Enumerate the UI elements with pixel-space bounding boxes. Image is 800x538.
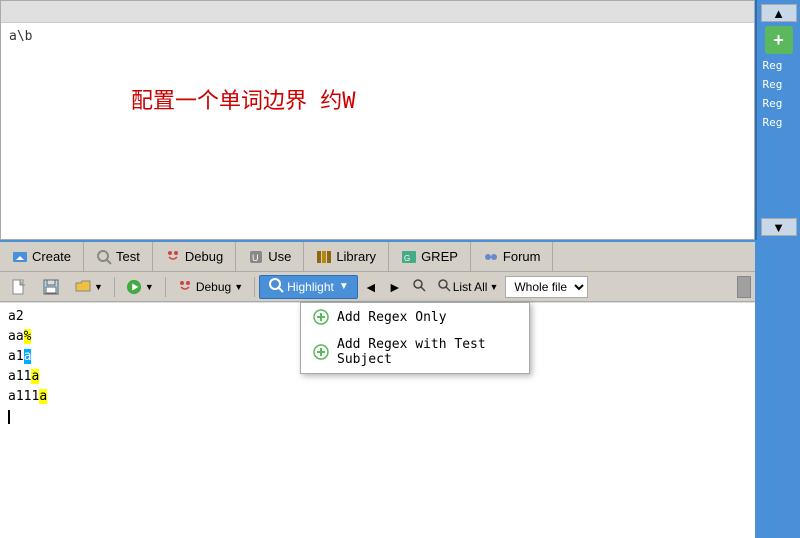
svg-text:G: G <box>404 254 410 263</box>
sidebar-regex-1: Reg <box>761 58 797 73</box>
run-icon <box>126 279 142 295</box>
plus-icon: + <box>773 30 784 51</box>
test-icon <box>96 249 112 265</box>
svg-text:U: U <box>252 253 259 263</box>
forum-icon <box>483 249 499 265</box>
nav-next-button[interactable]: ► <box>384 276 406 298</box>
tab-use-label: Use <box>268 249 291 264</box>
scroll-handle[interactable] <box>737 276 751 298</box>
sidebar-regex-3: Reg <box>761 96 797 111</box>
tab-grep[interactable]: G GREP <box>389 242 471 271</box>
add-regex-only-icon <box>313 309 329 325</box>
highlight-span-4: a <box>31 369 39 384</box>
list-all-arrow: ▼ <box>489 282 498 292</box>
editor-title-bar <box>1 1 754 23</box>
create-icon <box>12 249 28 265</box>
list-all-button[interactable]: List All ▼ <box>432 275 504 299</box>
search-button[interactable] <box>408 276 430 298</box>
tab-forum[interactable]: Forum <box>471 242 554 271</box>
use-icon: U <box>248 249 264 265</box>
open-arrow: ▼ <box>94 282 103 292</box>
list-all-label: List All <box>453 280 488 294</box>
sidebar-regex-4: Reg <box>761 115 797 130</box>
tab-library[interactable]: Library <box>304 242 389 271</box>
highlight-label: Highlight <box>287 280 334 294</box>
highlight-button[interactable]: Highlight ▼ <box>259 275 358 299</box>
open-button[interactable]: ▼ <box>68 275 110 299</box>
scroll-up-icon: ▲ <box>772 6 785 21</box>
debug-btn-arrow: ▼ <box>234 282 243 292</box>
tab-create[interactable]: Create <box>0 242 84 271</box>
text-line-cursor <box>8 407 747 427</box>
tab-forum-label: Forum <box>503 249 541 264</box>
toolbar: ▼ ▼ Debug ▼ Highlight ▼ ◄ ► <box>0 272 755 302</box>
sep-1 <box>114 277 115 297</box>
sep-3 <box>254 277 255 297</box>
tab-test-label: Test <box>116 249 140 264</box>
cursor <box>8 410 10 424</box>
editor-area: a\b 配置一个单词边界 约W <box>0 0 755 240</box>
nav-next-icon: ► <box>388 279 402 295</box>
tab-grep-label: GREP <box>421 249 458 264</box>
highlight-span-5: a <box>39 389 47 404</box>
tab-library-label: Library <box>336 249 376 264</box>
tab-debug[interactable]: Debug <box>153 242 236 271</box>
add-regex-only-item[interactable]: Add Regex Only <box>301 303 529 331</box>
right-sidebar: ▲ + Reg Reg Reg Reg ▼ <box>755 0 800 240</box>
highlight-span-2: % <box>24 329 32 344</box>
tab-create-label: Create <box>32 249 71 264</box>
text-line-5: a111a <box>8 387 747 407</box>
sep-2 <box>165 277 166 297</box>
new-file-button[interactable] <box>4 275 34 299</box>
sidebar-scroll-down[interactable]: ▼ <box>761 218 797 236</box>
add-regex-with-subject-item[interactable]: Add Regex with Test Subject <box>301 331 529 373</box>
regex-display: a\b <box>9 29 746 44</box>
run-button[interactable]: ▼ <box>119 275 161 299</box>
highlight-icon <box>268 277 284 296</box>
chinese-annotation: 配置一个单词边界 约W <box>131 83 356 115</box>
sidebar-scroll-up[interactable]: ▲ <box>761 4 797 22</box>
debug-toolbar-icon <box>177 279 193 295</box>
new-file-icon <box>11 279 27 295</box>
search-icon <box>412 278 426 295</box>
save-button[interactable] <box>36 275 66 299</box>
highlight-dropdown-arrow: ▼ <box>339 281 349 292</box>
add-regex-with-subject-label: Add Regex with Test Subject <box>337 337 517 367</box>
grep-icon: G <box>401 249 417 265</box>
open-icon <box>75 279 91 295</box>
nav-prev-button[interactable]: ◄ <box>360 276 382 298</box>
tab-use[interactable]: U Use <box>236 242 304 271</box>
add-regex-only-label: Add Regex Only <box>337 310 447 325</box>
scope-select[interactable]: Whole file <box>505 276 588 298</box>
highlight-dropdown-menu: Add Regex Only Add Regex with Test Subje… <box>300 302 530 374</box>
run-arrow: ▼ <box>145 282 154 292</box>
tab-test[interactable]: Test <box>84 242 153 271</box>
highlight-span-3: a <box>24 349 32 364</box>
editor-content: a\b 配置一个单词边界 约W <box>1 23 754 239</box>
tab-debug-label: Debug <box>185 249 223 264</box>
save-icon <box>43 279 59 295</box>
nav-prev-icon: ◄ <box>364 279 378 295</box>
sidebar-regex-2: Reg <box>761 77 797 92</box>
tab-bar: Create Test Debug U Use Library G GREP F <box>0 240 755 272</box>
add-regex-with-subject-icon <box>313 344 329 360</box>
right-panel-bottom <box>755 240 800 538</box>
debug-toolbar-button[interactable]: Debug ▼ <box>170 275 250 299</box>
list-all-search-icon <box>437 278 451 295</box>
library-icon <box>316 249 332 265</box>
debug-icon <box>165 249 181 265</box>
sidebar-add-button[interactable]: + <box>765 26 793 54</box>
debug-btn-label: Debug <box>196 280 231 294</box>
scroll-down-icon: ▼ <box>772 220 785 235</box>
